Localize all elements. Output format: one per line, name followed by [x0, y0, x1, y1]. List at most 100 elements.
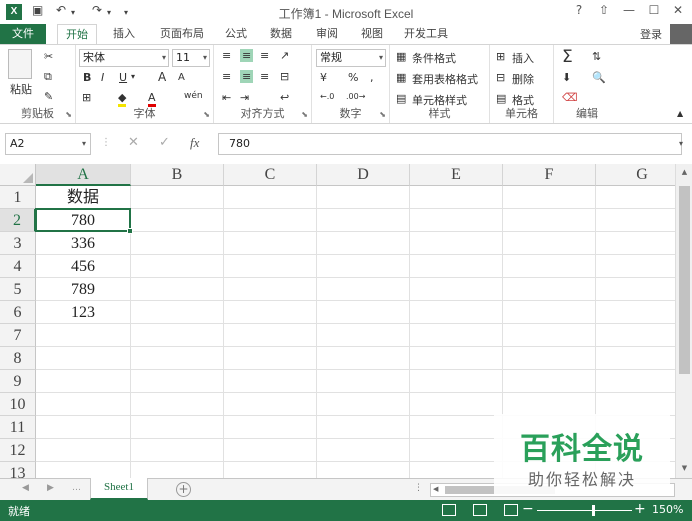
- merge-center-icon[interactable]: ⊟: [280, 70, 289, 83]
- column-header-c[interactable]: C: [224, 164, 317, 186]
- cell-d3[interactable]: [317, 232, 410, 255]
- cell-e3[interactable]: [410, 232, 503, 255]
- align-right-icon[interactable]: ≡: [260, 70, 269, 83]
- cell-c3[interactable]: [224, 232, 317, 255]
- normal-view-icon[interactable]: [442, 504, 456, 516]
- zoom-in-button[interactable]: +: [634, 501, 646, 517]
- scroll-left-icon[interactable]: ◀: [433, 485, 438, 493]
- cell-c1[interactable]: [224, 186, 317, 209]
- cell-e10[interactable]: [410, 393, 503, 416]
- column-header-b[interactable]: B: [131, 164, 224, 186]
- insert-function-button[interactable]: fx: [190, 135, 199, 151]
- cell-b5[interactable]: [131, 278, 224, 301]
- tab-file[interactable]: 文件: [0, 24, 46, 44]
- cell-d10[interactable]: [317, 393, 410, 416]
- cell-a9[interactable]: [36, 370, 131, 393]
- cancel-entry-icon[interactable]: ✕: [128, 135, 139, 150]
- vertical-scrollbar[interactable]: ▲ ▼: [675, 164, 692, 478]
- cell-b1[interactable]: [131, 186, 224, 209]
- add-sheet-button[interactable]: +: [176, 482, 191, 497]
- cell-c2[interactable]: [224, 209, 317, 232]
- tab-data[interactable]: 数据: [263, 24, 299, 44]
- column-header-e[interactable]: E: [410, 164, 503, 186]
- sort-filter-icon[interactable]: ⇅: [592, 50, 601, 63]
- cell-a3[interactable]: 336: [36, 232, 131, 255]
- cell-b11[interactable]: [131, 416, 224, 439]
- clear-icon[interactable]: ⌫: [562, 91, 578, 104]
- number-format-select[interactable]: 常规 ▾: [316, 49, 386, 67]
- column-header-d[interactable]: D: [317, 164, 410, 186]
- cell-e7[interactable]: [410, 324, 503, 347]
- name-box[interactable]: A2 ▾: [5, 133, 91, 155]
- row-header-10[interactable]: 10: [0, 393, 36, 416]
- bold-button[interactable]: B: [83, 71, 91, 84]
- cell-c4[interactable]: [224, 255, 317, 278]
- cell-b7[interactable]: [131, 324, 224, 347]
- ribbon-display-options-button[interactable]: ⇧: [594, 3, 614, 17]
- percent-button[interactable]: %: [348, 71, 358, 84]
- cell-b3[interactable]: [131, 232, 224, 255]
- cell-a11[interactable]: [36, 416, 131, 439]
- tab-view[interactable]: 视图: [354, 24, 390, 44]
- cell-f3[interactable]: [503, 232, 596, 255]
- paste-icon[interactable]: [8, 49, 32, 79]
- grow-font-button[interactable]: A: [158, 70, 166, 84]
- shrink-font-button[interactable]: A: [178, 72, 185, 83]
- cell-e12[interactable]: [410, 439, 503, 462]
- row-header-6[interactable]: 6: [0, 301, 36, 324]
- cell-a5[interactable]: 789: [36, 278, 131, 301]
- cell-e1[interactable]: [410, 186, 503, 209]
- cell-b13[interactable]: [131, 462, 224, 478]
- cell-d13[interactable]: [317, 462, 410, 478]
- paste-button[interactable]: 粘贴: [10, 81, 32, 97]
- font-launcher-icon[interactable]: ⬊: [203, 110, 210, 119]
- cell-e6[interactable]: [410, 301, 503, 324]
- cell-d2[interactable]: [317, 209, 410, 232]
- cell-c12[interactable]: [224, 439, 317, 462]
- expand-formula-bar-icon[interactable]: ▾: [679, 139, 683, 148]
- align-bottom-icon[interactable]: ≡: [260, 49, 269, 62]
- copy-icon[interactable]: ⧉: [44, 70, 52, 84]
- cell-c5[interactable]: [224, 278, 317, 301]
- format-as-table-icon[interactable]: ▦: [396, 71, 406, 84]
- cell-c6[interactable]: [224, 301, 317, 324]
- cell-d7[interactable]: [317, 324, 410, 347]
- cell-f2[interactable]: [503, 209, 596, 232]
- cell-e4[interactable]: [410, 255, 503, 278]
- row-header-5[interactable]: 5: [0, 278, 36, 301]
- row-header-11[interactable]: 11: [0, 416, 36, 439]
- next-sheet-icon[interactable]: ▶: [47, 483, 54, 493]
- avatar[interactable]: [670, 24, 692, 46]
- cell-styles-icon[interactable]: ▤: [396, 92, 406, 105]
- cell-b6[interactable]: [131, 301, 224, 324]
- phonetic-button[interactable]: wén: [184, 91, 203, 101]
- cell-b12[interactable]: [131, 439, 224, 462]
- cell-a8[interactable]: [36, 347, 131, 370]
- cell-a4[interactable]: 456: [36, 255, 131, 278]
- zoom-out-button[interactable]: −: [522, 501, 534, 517]
- collapse-ribbon-icon[interactable]: ▲: [677, 109, 683, 118]
- formula-input[interactable]: 780: [218, 133, 682, 155]
- delete-cells-button[interactable]: 删除: [512, 71, 534, 87]
- orientation-icon[interactable]: ↗: [280, 49, 289, 62]
- cut-icon[interactable]: ✂: [44, 50, 53, 63]
- fill-handle[interactable]: [127, 228, 133, 234]
- cell-f6[interactable]: [503, 301, 596, 324]
- tab-split-icon[interactable]: ⋮: [414, 483, 423, 493]
- cell-c8[interactable]: [224, 347, 317, 370]
- cell-f4[interactable]: [503, 255, 596, 278]
- maximize-button[interactable]: ☐: [644, 3, 664, 17]
- tab-insert[interactable]: 插入: [104, 24, 144, 44]
- sheet-tab-sheet1[interactable]: Sheet1: [90, 478, 148, 500]
- minimize-button[interactable]: —: [619, 3, 639, 17]
- cell-f1[interactable]: [503, 186, 596, 209]
- tab-developer[interactable]: 开发工具: [396, 24, 456, 44]
- cell-e5[interactable]: [410, 278, 503, 301]
- cell-d5[interactable]: [317, 278, 410, 301]
- font-name-select[interactable]: 宋体 ▾: [79, 49, 169, 67]
- clipboard-launcher-icon[interactable]: ⬊: [65, 110, 72, 119]
- decrease-indent-icon[interactable]: ⇤: [222, 91, 231, 104]
- align-top-icon[interactable]: ≡: [222, 49, 231, 62]
- find-select-icon[interactable]: 🔍: [592, 71, 606, 84]
- cell-a13[interactable]: [36, 462, 131, 478]
